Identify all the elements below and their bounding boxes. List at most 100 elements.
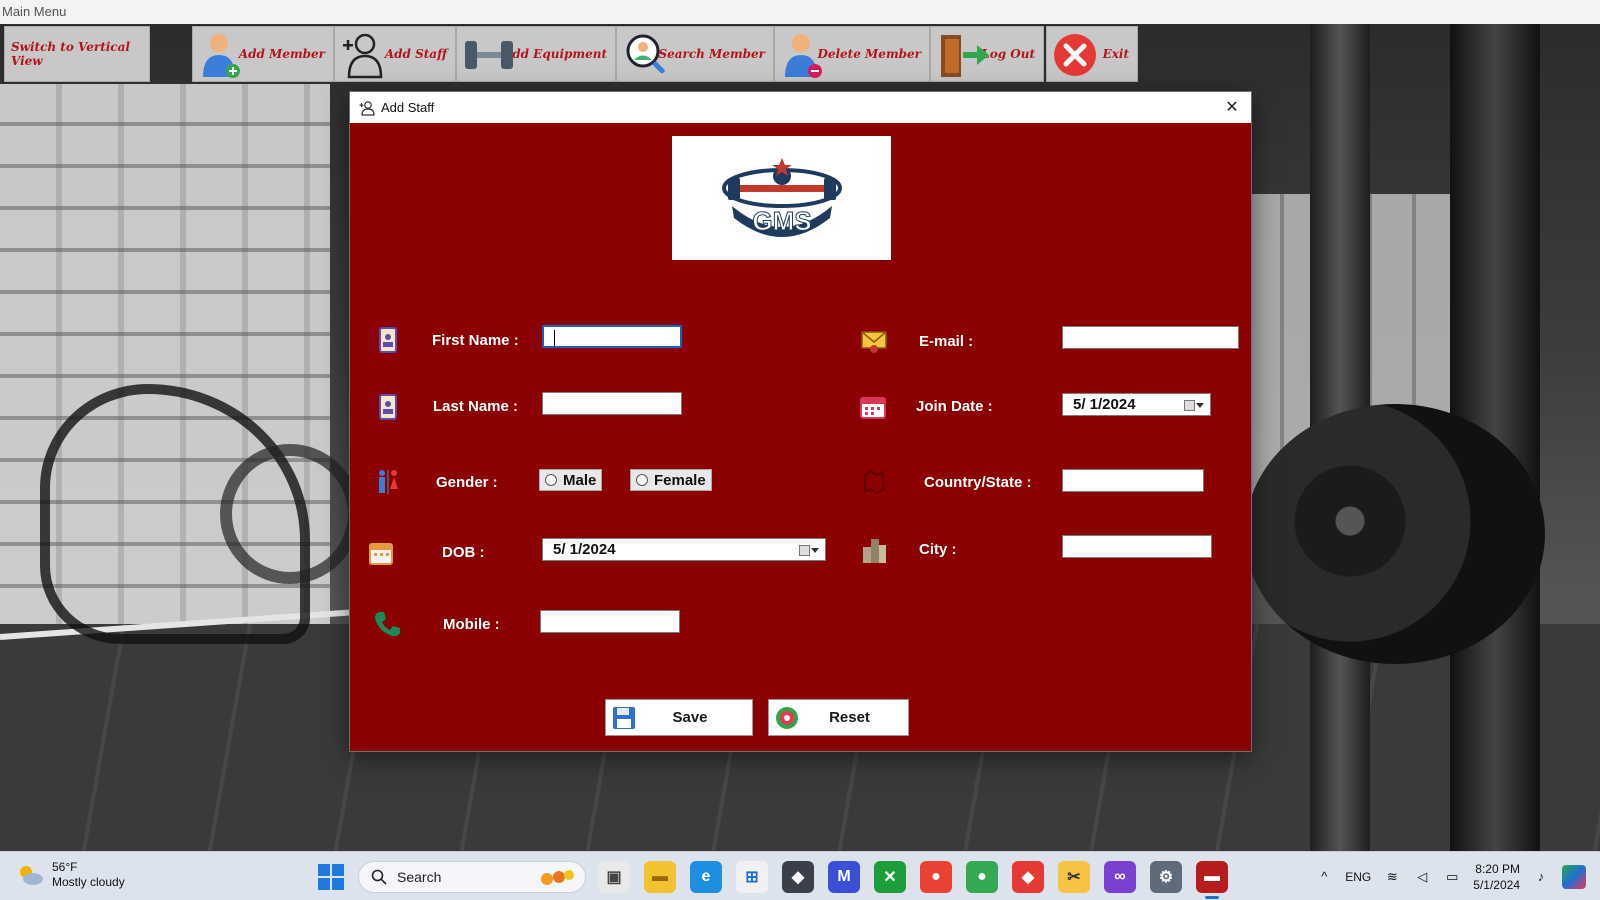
weather-widget[interactable]: 56°F Mostly cloudy [16,860,125,890]
visual-studio-icon[interactable]: ∞ [1104,861,1136,893]
add-staff-dialog: Add Staff ✕ GMS First Name : Last Name :… [349,91,1252,752]
battery-icon[interactable]: ▭ [1443,868,1461,886]
log-out-button[interactable]: Log Out [930,26,1044,82]
contact-card-icon [379,394,397,420]
radio-circle-icon [636,474,648,486]
dialog-title: Add Staff [381,100,435,115]
search-member-label: Search Member [658,47,765,61]
unity-icon[interactable]: ◆ [782,861,814,893]
language-indicator[interactable]: ENG [1345,870,1371,884]
windows-taskbar: 56°F Mostly cloudy Search ▣ ▬ e ⊞ ◆ M ✕ … [0,851,1600,900]
gms-logo: GMS [672,136,891,260]
chrome-icon[interactable]: ● [920,861,952,893]
notification-bell-icon[interactable]: ♪ [1532,868,1550,886]
exit-label: Exit [1102,47,1129,61]
map-icon [864,469,886,495]
city-buildings-icon [863,539,886,563]
switch-view-button[interactable]: Switch to Vertical View [4,26,150,82]
copilot-icon[interactable] [1562,864,1586,889]
search-member-button[interactable]: Search Member [616,26,774,82]
file-explorer-icon[interactable]: ▬ [644,861,676,893]
gender-male-radio[interactable]: Male [539,469,602,491]
search-highlight-icon [541,870,574,885]
logo-text: GMS [752,206,811,236]
mathway-icon[interactable]: M [828,861,860,893]
weather-desc: Mostly cloudy [52,875,125,889]
search-member-icon [626,34,665,74]
volume-icon[interactable]: ◁ [1413,868,1431,886]
exit-button[interactable]: Exit [1046,26,1138,82]
dob-label: DOB : [442,544,485,561]
country-state-label: Country/State : [924,474,1032,491]
mobile-label: Mobile : [443,616,500,633]
task-view-icon[interactable]: ▣ [598,861,630,893]
log-out-label: Log Out [981,47,1035,61]
dumbbell-icon [465,41,513,69]
first-name-field[interactable] [542,325,682,348]
contact-card-icon [379,327,397,353]
anydesk-icon[interactable]: ◆ [1012,861,1044,893]
taskbar-clock[interactable]: 8:20 PM 5/1/2024 [1473,861,1520,893]
gender-female-radio[interactable]: Female [630,469,712,491]
date-dropdown-icon[interactable] [1184,398,1204,412]
reset-button[interactable]: Reset [768,699,909,736]
calendar-icon [369,543,393,565]
settings-gear-icon[interactable]: ⚙ [1150,861,1182,893]
add-staff-icon [359,100,375,116]
phone-icon [375,612,400,637]
xbox-icon[interactable]: ✕ [874,861,906,893]
date-dropdown-icon[interactable] [799,543,819,557]
microsoft-store-icon[interactable]: ⊞ [736,861,768,893]
delete-member-icon [785,34,822,78]
first-name-label: First Name : [432,332,519,349]
wifi-icon[interactable]: ≋ [1383,868,1401,886]
gym-app-icon[interactable]: ▬ [1196,861,1228,899]
add-staff-label: Add Staff [384,47,447,61]
chevron-up-icon[interactable]: ^ [1315,868,1333,886]
switch-view-label: Switch to Vertical View [11,40,130,68]
last-name-field[interactable] [542,392,682,415]
close-icon [1054,34,1096,76]
log-out-icon [941,35,989,77]
main-toolbar: Switch to Vertical View Add Member Add S… [0,26,1600,82]
add-member-icon [203,34,240,78]
app-title: Main Menu [0,0,1600,24]
add-equipment-label: Add Equipment [502,47,607,61]
dob-date-picker[interactable]: 5/ 1/2024 [542,538,826,561]
search-icon [371,869,387,885]
chrome-profile-icon[interactable]: ● [966,861,998,893]
weather-temp: 56°F [52,860,78,874]
add-member-button[interactable]: Add Member [192,26,334,82]
last-name-label: Last Name : [433,398,519,415]
delete-member-button[interactable]: Delete Member [774,26,930,82]
edge-browser-icon[interactable]: e [690,861,722,893]
add-member-label: Add Member [238,47,325,61]
system-tray: ^ ENG ≋ ◁ ▭ 8:20 PM 5/1/2024 ♪ [1315,852,1586,900]
join-date-label: Join Date : [916,398,993,415]
add-staff-button[interactable]: Add Staff [334,26,456,82]
country-state-field[interactable] [1062,469,1204,492]
snipping-tool-icon[interactable]: ✂ [1058,861,1090,893]
windows-start-button[interactable] [318,864,344,890]
delete-member-label: Delete Member [817,47,921,61]
save-disk-icon [613,706,635,729]
mail-icon [861,331,887,353]
radio-circle-icon [545,474,557,486]
taskbar-search-box[interactable]: Search [358,861,586,893]
dialog-close-button[interactable]: ✕ [1221,97,1243,119]
taskbar-search-placeholder: Search [397,869,442,885]
email-field[interactable] [1062,326,1239,349]
add-staff-icon [343,33,383,79]
join-date-picker[interactable]: 5/ 1/2024 [1062,393,1211,416]
taskbar-apps: ▣ ▬ e ⊞ ◆ M ✕ ● ● ◆ ✂ ∞ ⚙ ▬ [598,861,1228,899]
add-equipment-button[interactable]: Add Equipment [456,26,616,82]
mobile-field[interactable] [540,610,680,633]
city-label: City : [919,541,957,558]
gender-label: Gender : [436,474,498,491]
reset-icon [776,706,798,729]
email-label: E-mail : [919,333,974,350]
calendar-icon [860,397,886,419]
save-button[interactable]: Save [605,699,753,736]
gender-icon [379,470,398,494]
city-field[interactable] [1062,535,1212,558]
